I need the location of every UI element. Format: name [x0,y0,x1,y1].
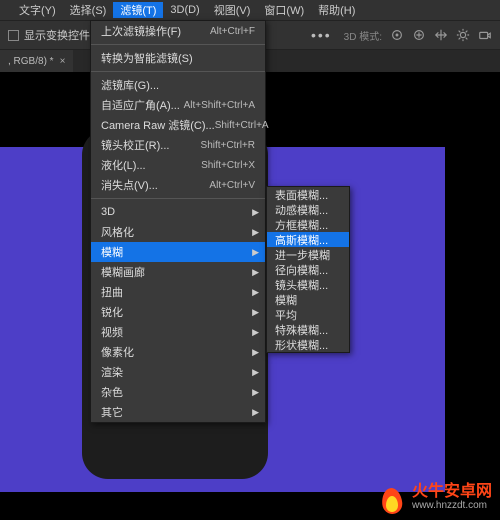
menu-item-label: 3D [101,206,255,218]
mode-icon-group [390,28,492,42]
menu-item[interactable]: Camera Raw 滤镜(C)...Shift+Ctrl+A [91,115,265,135]
menu-item-label: 上次滤镜操作(F) [101,23,210,39]
menu-item-label: 扭曲 [101,284,255,300]
separator [91,198,265,199]
submenu-item[interactable]: 径向模糊... [267,262,349,277]
menu-item[interactable]: 自适应广角(A)...Alt+Shift+Ctrl+A [91,95,265,115]
menu-item-label: 消失点(V)... [101,177,209,193]
menu-item[interactable]: 帮助(H) [311,2,362,18]
menu-item[interactable]: 扭曲▶ [91,282,265,302]
flame-icon [378,482,406,514]
submenu-item[interactable]: 表面模糊... [267,187,349,202]
close-icon[interactable]: × [60,56,66,67]
menu-item[interactable]: 转换为智能滤镜(S) [91,48,265,68]
menu-item[interactable]: 风格化▶ [91,222,265,242]
menubar: 文字(Y)选择(S)滤镜(T)3D(D)视图(V)窗口(W)帮助(H) [0,0,500,20]
checkbox-label: 显示变换控件 [24,27,90,43]
submenu-item[interactable]: 镜头模糊... [267,277,349,292]
menu-item[interactable]: 视图(V) [207,2,258,18]
menu-item-label: 模糊画廊 [101,264,255,280]
menu-item[interactable]: 文字(Y) [12,2,63,18]
shortcut-label: Shift+Ctrl+A [215,120,269,131]
menu-item[interactable]: 其它▶ [91,402,265,422]
camera-icon[interactable] [478,28,492,42]
tab-label: , RGB/8) * [8,56,54,67]
pan-icon[interactable] [412,28,426,42]
show-transform-checkbox[interactable]: 显示变换控件 [8,27,90,43]
menu-item-label: 杂色 [101,384,255,400]
watermark-site: www.hnzzdt.com [412,500,492,512]
menu-item[interactable]: 3D(D) [163,4,206,16]
menu-item[interactable]: 模糊画廊▶ [91,262,265,282]
orbit-icon[interactable] [390,28,404,42]
menu-item-label: 渲染 [101,364,255,380]
mode-label: 3D 模式: [344,28,382,43]
chevron-right-icon: ▶ [252,367,259,378]
menu-item[interactable]: 像素化▶ [91,342,265,362]
menu-item[interactable]: 滤镜库(G)... [91,75,265,95]
menu-item[interactable]: 消失点(V)...Alt+Ctrl+V [91,175,265,195]
submenu-item[interactable]: 进一步模糊 [267,247,349,262]
watermark: 火牛安卓网 www.hnzzdt.com [378,482,492,514]
chevron-right-icon: ▶ [252,287,259,298]
menu-item-label: 液化(L)... [101,157,201,173]
watermark-brand: 火牛安卓网 [412,484,492,500]
submenu-item[interactable]: 平均 [267,307,349,322]
shortcut-label: Alt+Shift+Ctrl+A [184,100,255,111]
menu-item[interactable]: 滤镜(T) [113,2,163,18]
submenu-item[interactable]: 模糊 [267,292,349,307]
filter-menu[interactable]: 上次滤镜操作(F)Alt+Ctrl+F 转换为智能滤镜(S) 滤镜库(G)... 自适… [90,20,266,423]
menu-item-label: 风格化 [101,224,255,240]
menu-item[interactable]: 液化(L)...Shift+Ctrl+X [91,155,265,175]
menu-item-label: 锐化 [101,304,255,320]
more-options-icon[interactable]: ••• [305,27,338,43]
menu-item[interactable]: 锐化▶ [91,302,265,322]
menu-item-label: 转换为智能滤镜(S) [101,50,255,66]
chevron-right-icon: ▶ [252,267,259,278]
submenu-item[interactable]: 特殊模糊... [267,322,349,337]
shortcut-label: Shift+Ctrl+X [201,160,255,171]
menu-item[interactable]: 窗口(W) [257,2,311,18]
menu-item[interactable]: 杂色▶ [91,382,265,402]
menu-item[interactable]: 3D▶ [91,202,265,222]
submenu-item[interactable]: 方框模糊... [267,217,349,232]
move-icon[interactable] [434,28,448,42]
menu-item-label: 像素化 [101,344,255,360]
menu-item[interactable]: 模糊▶ [91,242,265,262]
separator [91,71,265,72]
submenu-item[interactable]: 高斯模糊... [267,232,349,247]
chevron-right-icon: ▶ [252,327,259,338]
chevron-right-icon: ▶ [252,347,259,358]
shortcut-label: Alt+Ctrl+F [210,26,255,37]
menu-item[interactable]: 选择(S) [63,2,114,18]
menu-item-label: 其它 [101,404,255,420]
chevron-right-icon: ▶ [252,307,259,318]
light-icon[interactable] [456,28,470,42]
chevron-right-icon: ▶ [252,387,259,398]
menu-item[interactable]: 渲染▶ [91,362,265,382]
chevron-right-icon: ▶ [252,407,259,418]
checkbox-icon [8,30,19,41]
submenu-item[interactable]: 形状模糊... [267,337,349,352]
shortcut-label: Alt+Ctrl+V [209,180,255,191]
menu-item-label: 滤镜库(G)... [101,77,255,93]
blur-submenu[interactable]: 表面模糊...动感模糊...方框模糊...高斯模糊...进一步模糊径向模糊...… [266,186,350,353]
chevron-right-icon: ▶ [252,207,259,218]
menu-item-label: 模糊 [101,244,255,260]
menu-item[interactable]: 镜头校正(R)...Shift+Ctrl+R [91,135,265,155]
menu-item[interactable]: 视频▶ [91,322,265,342]
menu-item-label: 镜头校正(R)... [101,137,201,153]
menu-item-label: 自适应广角(A)... [101,97,184,113]
separator [91,44,265,45]
menu-item-label: 视频 [101,324,255,340]
document-tab[interactable]: , RGB/8) * × [0,50,73,72]
shortcut-label: Shift+Ctrl+R [201,140,255,151]
submenu-item[interactable]: 动感模糊... [267,202,349,217]
menu-item[interactable]: 上次滤镜操作(F)Alt+Ctrl+F [91,21,265,41]
chevron-right-icon: ▶ [252,247,259,258]
menu-item-label: Camera Raw 滤镜(C)... [101,117,215,133]
chevron-right-icon: ▶ [252,227,259,238]
